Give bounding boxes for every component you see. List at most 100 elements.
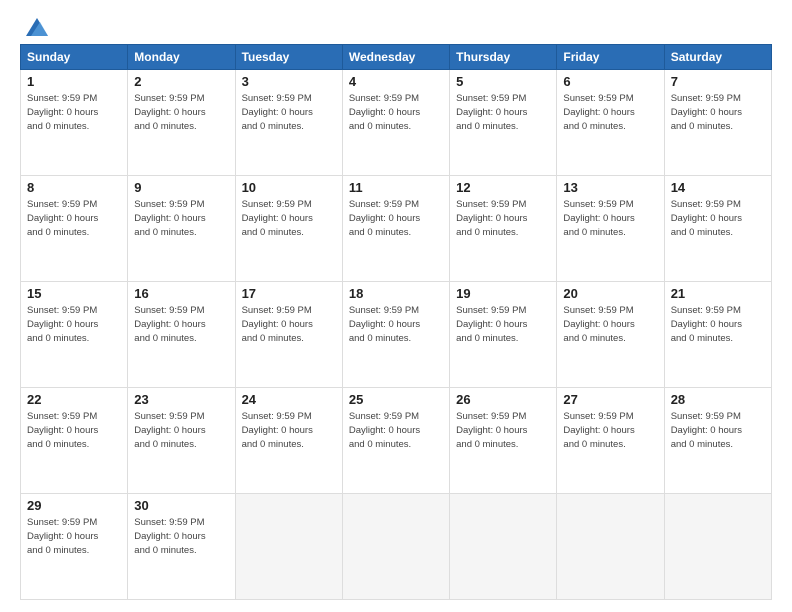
day-info: Sunset: 9:59 PM Daylight: 0 hours and 0 … [563, 92, 657, 133]
day-number: 29 [27, 498, 121, 513]
day-number: 23 [134, 392, 228, 407]
day-number: 30 [134, 498, 228, 513]
day-cell [557, 494, 664, 600]
day-info: Sunset: 9:59 PM Daylight: 0 hours and 0 … [456, 92, 550, 133]
day-cell: 29 Sunset: 9:59 PM Daylight: 0 hours and … [21, 494, 128, 600]
day-cell: 2 Sunset: 9:59 PM Daylight: 0 hours and 0… [128, 70, 235, 176]
day-info: Sunset: 9:59 PM Daylight: 0 hours and 0 … [563, 198, 657, 239]
col-header-monday: Monday [128, 45, 235, 70]
week-row-3: 15 Sunset: 9:59 PM Daylight: 0 hours and … [21, 282, 772, 388]
day-number: 1 [27, 74, 121, 89]
day-number: 7 [671, 74, 765, 89]
calendar-table: SundayMondayTuesdayWednesdayThursdayFrid… [20, 44, 772, 600]
day-number: 18 [349, 286, 443, 301]
day-info: Sunset: 9:59 PM Daylight: 0 hours and 0 … [456, 198, 550, 239]
day-info: Sunset: 9:59 PM Daylight: 0 hours and 0 … [349, 410, 443, 451]
day-cell: 4 Sunset: 9:59 PM Daylight: 0 hours and 0… [342, 70, 449, 176]
day-cell: 22Sunset: 9:59 PM Daylight: 0 hours and … [21, 388, 128, 494]
day-cell: 24 Sunset: 9:59 PM Daylight: 0 hours and … [235, 388, 342, 494]
col-header-sunday: Sunday [21, 45, 128, 70]
day-number: 5 [456, 74, 550, 89]
day-number: 13 [563, 180, 657, 195]
day-cell: 28 Sunset: 9:59 PM Daylight: 0 hours and … [664, 388, 771, 494]
col-header-wednesday: Wednesday [342, 45, 449, 70]
day-info: Sunset: 9:59 PM Daylight: 0 hours and 0 … [134, 410, 228, 451]
day-info: Sunset: 9:59 PM Daylight: 0 hours and 0 … [242, 304, 336, 345]
day-info: Sunset: 9:59 PM Daylight: 0 hours and 0 … [563, 304, 657, 345]
day-number: 6 [563, 74, 657, 89]
day-info: Sunset: 9:59 PM Daylight: 0 hours and 0 … [671, 92, 765, 133]
day-cell: 5 Sunset: 9:59 PM Daylight: 0 hours and 0… [450, 70, 557, 176]
day-cell: 13 Sunset: 9:59 PM Daylight: 0 hours and … [557, 176, 664, 282]
day-info: Sunset: 9:59 PM Daylight: 0 hours and 0 … [671, 410, 765, 451]
day-number: 19 [456, 286, 550, 301]
day-cell: 14 Sunset: 9:59 PM Daylight: 0 hours and … [664, 176, 771, 282]
col-header-tuesday: Tuesday [235, 45, 342, 70]
day-cell [664, 494, 771, 600]
day-number: 20 [563, 286, 657, 301]
col-header-friday: Friday [557, 45, 664, 70]
day-number: 14 [671, 180, 765, 195]
week-row-5: 29 Sunset: 9:59 PM Daylight: 0 hours and … [21, 494, 772, 600]
day-cell: 23 Sunset: 9:59 PM Daylight: 0 hours and … [128, 388, 235, 494]
day-info: Sunset: 9:59 PM Daylight: 0 hours and 0 … [671, 198, 765, 239]
day-cell: 16 Sunset: 9:59 PM Daylight: 0 hours and … [128, 282, 235, 388]
day-number: 10 [242, 180, 336, 195]
day-info: Sunset: 9:59 PM Daylight: 0 hours and 0 … [134, 92, 228, 133]
day-info: Sunset: 9:59 PM Daylight: 0 hours and 0 … [349, 198, 443, 239]
day-cell: 25 Sunset: 9:59 PM Daylight: 0 hours and … [342, 388, 449, 494]
day-info: Sunset: 9:59 PM Daylight: 0 hours and 0 … [242, 410, 336, 451]
day-cell: 3 Sunset: 9:59 PM Daylight: 0 hours and 0… [235, 70, 342, 176]
day-cell: 20 Sunset: 9:59 PM Daylight: 0 hours and … [557, 282, 664, 388]
day-number: 25 [349, 392, 443, 407]
day-cell: 15 Sunset: 9:59 PM Daylight: 0 hours and … [21, 282, 128, 388]
day-cell: 12Sunset: 9:59 PM Daylight: 0 hours and … [450, 176, 557, 282]
week-row-2: 8 Sunset: 9:59 PM Daylight: 0 hours and 0… [21, 176, 772, 282]
day-cell: 1 Sunset: 9:59 PM Daylight: 0 hours and 0… [21, 70, 128, 176]
day-info: Sunset: 9:59 PM Daylight: 0 hours and 0 … [456, 304, 550, 345]
day-info: Sunset: 9:59 PM Daylight: 0 hours and 0 … [349, 92, 443, 133]
day-cell: 11 Sunset: 9:59 PM Daylight: 0 hours and … [342, 176, 449, 282]
page: SundayMondayTuesdayWednesdayThursdayFrid… [0, 0, 792, 612]
day-number: 15 [27, 286, 121, 301]
day-cell: 27 Sunset: 9:59 PM Daylight: 0 hours and … [557, 388, 664, 494]
day-cell: 7 Sunset: 9:59 PM Daylight: 0 hours and 0… [664, 70, 771, 176]
day-number: 8 [27, 180, 121, 195]
day-info: Sunset: 9:59 PM Daylight: 0 hours and 0 … [134, 304, 228, 345]
day-number: 11 [349, 180, 443, 195]
day-cell: 9 Sunset: 9:59 PM Daylight: 0 hours and 0… [128, 176, 235, 282]
day-number: 2 [134, 74, 228, 89]
day-number: 24 [242, 392, 336, 407]
day-cell: 10 Sunset: 9:59 PM Daylight: 0 hours and … [235, 176, 342, 282]
day-info: Sunset: 9:59 PM Daylight: 0 hours and 0 … [27, 304, 121, 345]
day-info: Sunset: 9:59 PM Daylight: 0 hours and 0 … [563, 410, 657, 451]
logo-icon [26, 18, 48, 36]
day-number: 22 [27, 392, 121, 407]
col-header-saturday: Saturday [664, 45, 771, 70]
day-cell: 17 Sunset: 9:59 PM Daylight: 0 hours and … [235, 282, 342, 388]
day-number: 27 [563, 392, 657, 407]
day-number: 17 [242, 286, 336, 301]
day-info: Sunset: 9:59 PM Daylight: 0 hours and 0 … [242, 92, 336, 133]
logo [20, 18, 52, 36]
week-row-4: 22 Sunset: 9:59 PM Daylight: 0 hours and … [21, 388, 772, 494]
day-info: Sunset: 9:59 PM Daylight: 0 hours and 0 … [27, 516, 121, 557]
day-cell: 26Sunset: 9:59 PM Daylight: 0 hours and … [450, 388, 557, 494]
day-cell: 8Sunset: 9:59 PM Daylight: 0 hours and 0… [21, 176, 128, 282]
week-row-1: 1 Sunset: 9:59 PM Daylight: 0 hours and 0… [21, 70, 772, 176]
day-number: 26 [456, 392, 550, 407]
day-info: Sunset: 9:59 PM Daylight: 0 hours and 0 … [27, 92, 121, 133]
day-number: 3 [242, 74, 336, 89]
day-info: Sunset: 9:59 PM Daylight: 0 hours and 0 … [671, 304, 765, 345]
day-info: Sunset: 9:59 PM Daylight: 0 hours and 0 … [242, 198, 336, 239]
day-cell: 6 Sunset: 9:59 PM Daylight: 0 hours and 0… [557, 70, 664, 176]
day-number: 16 [134, 286, 228, 301]
top-section [20, 18, 772, 36]
day-info: Sunset: 9:59 PM Daylight: 0 hours and 0 … [134, 198, 228, 239]
day-cell: 19 Sunset: 9:59 PM Daylight: 0 hours and … [450, 282, 557, 388]
day-number: 4 [349, 74, 443, 89]
day-number: 28 [671, 392, 765, 407]
day-cell [342, 494, 449, 600]
day-number: 9 [134, 180, 228, 195]
day-cell: 21Sunset: 9:59 PM Daylight: 0 hours and … [664, 282, 771, 388]
